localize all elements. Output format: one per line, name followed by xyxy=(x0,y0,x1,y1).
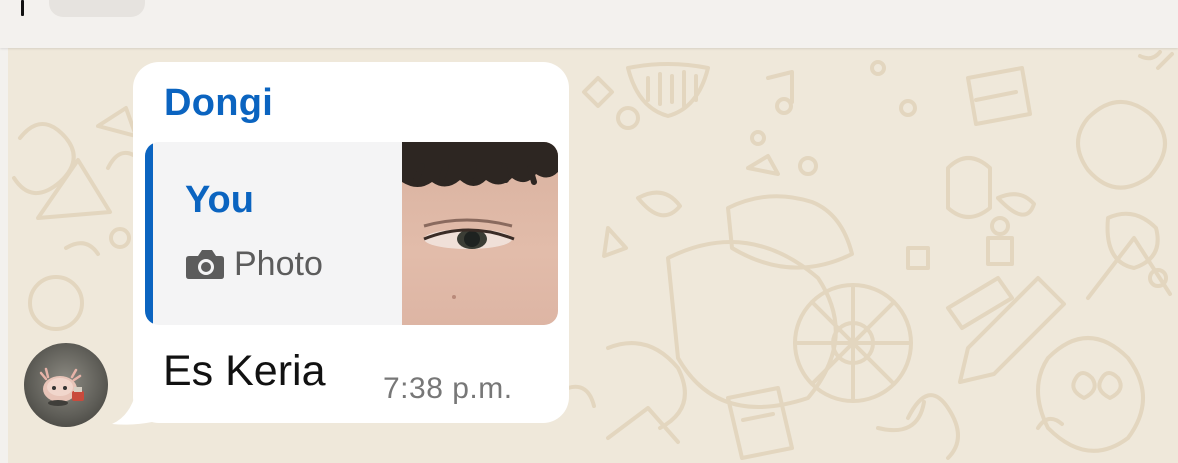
top-bar xyxy=(0,0,1178,48)
message-text[interactable]: Es Keria xyxy=(163,347,326,396)
message-timestamp: 7:38 p.m. xyxy=(383,372,513,405)
left-edge xyxy=(0,48,8,463)
camera-icon xyxy=(186,250,224,279)
sender-name[interactable]: Dongi xyxy=(164,82,273,125)
reply-accent-bar xyxy=(145,142,153,325)
top-bar-button[interactable] xyxy=(49,0,145,17)
reply-photo-thumbnail[interactable] xyxy=(402,142,558,325)
sender-avatar[interactable] xyxy=(24,343,108,427)
reply-author: You xyxy=(185,179,254,221)
avatar-image xyxy=(24,343,108,427)
text-cursor xyxy=(21,0,24,16)
reply-type-label: Photo xyxy=(234,244,323,283)
reply-type: Photo xyxy=(185,242,323,286)
message-bubble[interactable]: Dongi You Photo Es Keria 7:38 p.m. xyxy=(133,62,569,423)
reply-preview[interactable]: You Photo xyxy=(145,142,558,325)
